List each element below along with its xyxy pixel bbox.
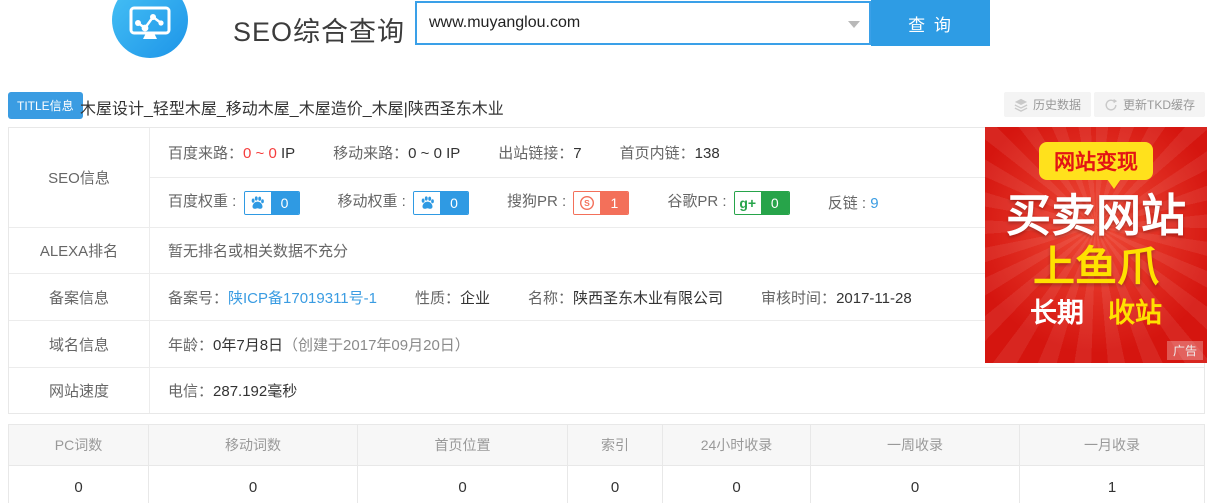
baidu-traffic: 百度来路：0 ~ 0 IP	[168, 142, 295, 163]
history-data-button[interactable]: 历史数据	[1004, 92, 1091, 117]
stats-value-cell: 0	[811, 466, 1020, 503]
ad-subheadline: 上鱼爪	[985, 246, 1207, 288]
speed-label: 网站速度	[9, 368, 150, 413]
layers-icon	[1014, 98, 1028, 112]
stats-value-cell: 0	[663, 466, 811, 503]
backlinks: 反链 : 9	[828, 192, 879, 213]
refresh-tkd-label: 更新TKD缓存	[1123, 96, 1195, 113]
title-info-badge: TITLE信息	[8, 92, 83, 119]
stats-header-cell: 24小时收录	[663, 425, 811, 465]
sogou-pr[interactable]: 搜狗PR : S 1	[507, 190, 629, 214]
outbound-links: 出站链接：7	[498, 142, 581, 163]
sogou-pr-badge: S 1	[573, 191, 629, 215]
icp-label: 备案信息	[9, 274, 150, 320]
stats-value-cell: 1	[1020, 466, 1204, 503]
icp-number: 备案号：陕ICP备17019311号-1	[168, 287, 377, 308]
baidu-paw-icon	[250, 195, 265, 210]
stats-value-row: 0 0 0 0 0 0 1	[9, 466, 1204, 503]
baidu-weight[interactable]: 百度权重 : 0	[168, 190, 300, 214]
refresh-tkd-button[interactable]: 更新TKD缓存	[1094, 92, 1205, 117]
site-title-text: 木屋设计_轻型木屋_移动木屋_木屋造价_木屋|陕西圣东木业	[80, 95, 504, 119]
monitor-chart-icon	[128, 6, 172, 42]
ad-bubble-text: 网站变现	[1039, 142, 1153, 180]
homepage-internal-links: 首页内链：138	[620, 142, 720, 163]
app-logo	[112, 0, 188, 58]
google-pr-badge: g+ 0	[734, 191, 790, 215]
icp-company-name: 名称：陕西圣东木业有限公司	[528, 287, 723, 308]
seo-info-label: SEO信息	[9, 128, 150, 227]
stats-value-cell: 0	[568, 466, 663, 503]
refresh-icon	[1104, 98, 1118, 112]
baidu-paw-icon	[420, 195, 435, 210]
mobile-weight[interactable]: 移动权重 : 0	[338, 190, 470, 214]
ad-headline: 买卖网站	[985, 193, 1207, 238]
speed-row: 网站速度 电信：287.192毫秒	[9, 368, 1204, 413]
domain-search-input[interactable]	[415, 1, 871, 45]
baidu-weight-badge: 0	[244, 191, 300, 215]
alexa-label: ALEXA排名	[9, 228, 150, 273]
stats-value-cell: 0	[149, 466, 358, 503]
icp-audit-time: 审核时间：2017-11-28	[761, 287, 912, 308]
icp-number-link[interactable]: 陕ICP备17019311号-1	[228, 290, 377, 307]
svg-text:S: S	[585, 198, 591, 208]
stats-table: PC词数 移动词数 首页位置 索引 24小时收录 一周收录 一月收录 0 0 0…	[8, 424, 1205, 503]
mobile-traffic: 移动来路：0 ~ 0 IP	[333, 142, 460, 163]
icp-nature: 性质：企业	[415, 287, 490, 308]
ad-tag-label: 广告	[1167, 341, 1203, 360]
stats-value-cell: 0	[9, 466, 149, 503]
mobile-weight-badge: 0	[413, 191, 469, 215]
page-title: SEO综合查询	[233, 10, 405, 49]
stats-header-cell: 一月收录	[1020, 425, 1204, 465]
query-button[interactable]: 查 询	[871, 0, 990, 46]
speed-value: 电信：287.192毫秒	[150, 368, 1204, 413]
stats-header-cell: 移动词数	[149, 425, 358, 465]
ad-banner[interactable]: 网站变现 买卖网站 上鱼爪 长期收站 广告	[985, 127, 1207, 363]
sogou-icon: S	[579, 195, 595, 211]
google-pr[interactable]: 谷歌PR : g+ 0	[667, 190, 789, 214]
google-plus-icon: g+	[739, 195, 756, 211]
seo-query-page: SEO综合查询 查 询 TITLE信息 木屋设计_轻型木屋_移动木屋_木屋造价_…	[0, 0, 1213, 503]
backlink-count-link[interactable]: 9	[870, 195, 878, 212]
domain-label: 域名信息	[9, 321, 150, 367]
ad-footer-text: 长期收站	[985, 300, 1207, 327]
stats-header-cell: PC词数	[9, 425, 149, 465]
history-data-label: 历史数据	[1033, 96, 1081, 113]
stats-header-row: PC词数 移动词数 首页位置 索引 24小时收录 一周收录 一月收录	[9, 425, 1204, 466]
chevron-down-icon[interactable]	[848, 21, 860, 28]
stats-header-cell: 首页位置	[358, 425, 568, 465]
stats-header-cell: 索引	[568, 425, 663, 465]
stats-value-cell: 0	[358, 466, 568, 503]
stats-header-cell: 一周收录	[811, 425, 1020, 465]
